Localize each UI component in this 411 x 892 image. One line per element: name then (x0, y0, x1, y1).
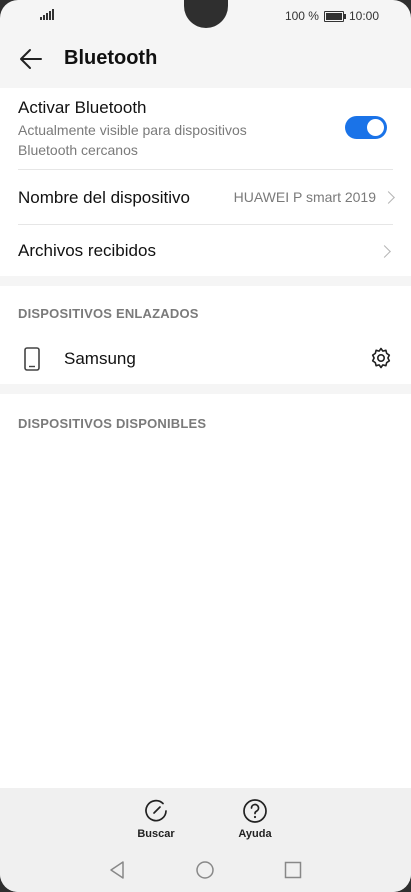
paired-device-samsung[interactable]: Samsung (18, 344, 393, 374)
battery-icon (323, 10, 346, 22)
bluetooth-toggle-label: Activar Bluetooth (18, 98, 147, 117)
clock: 10:00 (348, 9, 379, 23)
phone-screen: 100 % 10:00 Bluetooth Activar Bluetooth … (0, 0, 411, 892)
gear-icon[interactable] (369, 346, 393, 370)
chevron-right-icon (378, 245, 391, 258)
device-name-value: HUAWEI P smart 2019 (233, 189, 376, 205)
system-nav-bar (0, 858, 411, 882)
status-bar: 100 % 10:00 (0, 0, 411, 30)
phone-icon (24, 347, 40, 371)
divider (18, 224, 393, 225)
chevron-right-icon (382, 190, 395, 204)
help-label: Ayuda (238, 828, 272, 840)
arrow-left-icon[interactable] (18, 46, 44, 72)
received-files-label: Archivos recibidos (18, 241, 156, 260)
bluetooth-toggle-row[interactable]: Activar Bluetooth Actualmente visible pa… (18, 98, 393, 160)
toggle-knob (367, 119, 384, 136)
visibility-text-line1: Actualmente visible para dispositivos (18, 122, 247, 138)
refresh-scan-icon (145, 799, 167, 822)
nav-home-icon[interactable] (195, 860, 215, 880)
available-devices-card: DISPOSITIVOS DISPONIBLES (0, 394, 411, 788)
divider (18, 169, 393, 170)
help-button[interactable]: Ayuda (236, 798, 274, 840)
search-button[interactable]: Buscar (137, 798, 175, 840)
search-label: Buscar (137, 828, 175, 840)
page-title: Bluetooth (64, 47, 158, 69)
nav-recents-icon[interactable] (284, 861, 302, 879)
battery-percent: 100 % (284, 9, 319, 23)
device-name-label: Nombre del dispositivo (18, 188, 190, 207)
bluetooth-settings-card: Activar Bluetooth Actualmente visible pa… (0, 88, 411, 276)
nav-back-icon[interactable] (108, 860, 126, 880)
app-bar: Bluetooth (0, 36, 411, 82)
paired-devices-card: DISPOSITIVOS ENLAZADOS Samsung (0, 286, 411, 384)
bluetooth-toggle[interactable] (345, 116, 387, 139)
available-devices-header: DISPOSITIVOS DISPONIBLES (18, 416, 207, 431)
visibility-text-line2: Bluetooth cercanos (18, 142, 138, 158)
device-name-row[interactable]: Nombre del dispositivo HUAWEI P smart 20… (18, 188, 395, 212)
paired-device-name: Samsung (64, 349, 136, 368)
signal-icon (40, 9, 54, 20)
paired-devices-header: DISPOSITIVOS ENLAZADOS (18, 306, 199, 321)
received-files-row[interactable]: Archivos recibidos (18, 241, 393, 265)
help-icon (243, 799, 267, 823)
